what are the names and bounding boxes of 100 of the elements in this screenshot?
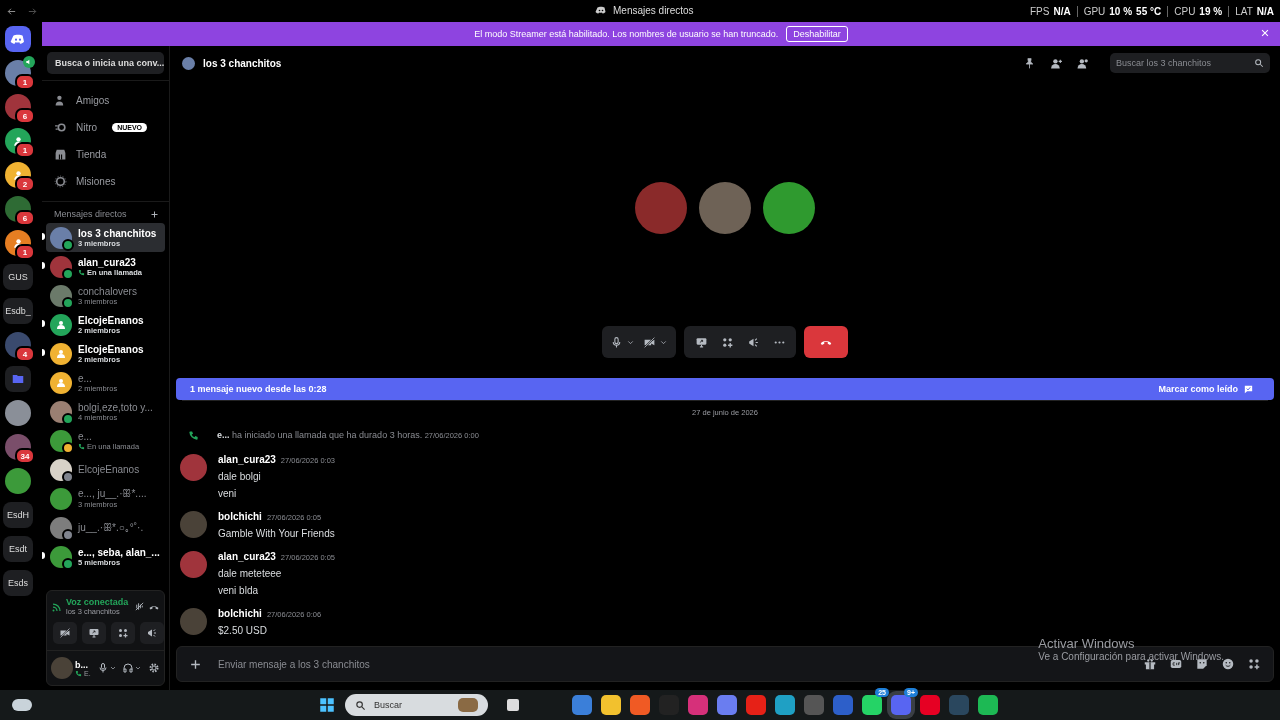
unread-indicator: [42, 262, 45, 269]
conversation-name: ElcojeEnanos: [78, 343, 144, 355]
task-view-icon[interactable]: [507, 699, 519, 711]
settings-icon[interactable]: [148, 662, 160, 674]
banner-text: El modo Streamer está habilitado. Los nombres de usuario se han truncado.: [474, 29, 779, 39]
plus-icon[interactable]: [189, 657, 202, 671]
activation-notice-text: Ve a Configuración para activar Windows.: [1038, 651, 1224, 662]
taskbar-app-icon[interactable]: [775, 695, 795, 715]
nav-item[interactable]: Misiones: [42, 168, 169, 195]
shop-icon: [54, 148, 67, 161]
search-icon: [1254, 58, 1264, 68]
mention-badge: 1: [15, 74, 35, 90]
message-text: dale meteteee: [218, 568, 283, 579]
server-icon[interactable]: GUS: [3, 264, 33, 290]
message-text: veni blda: [218, 585, 260, 596]
conversation-name: e..., ju__.·ꕥ*....: [78, 488, 147, 500]
taskbar-app-icon[interactable]: [978, 695, 998, 715]
nav-item[interactable]: Amigos: [42, 87, 169, 114]
server-folder[interactable]: [5, 366, 31, 392]
server-icon[interactable]: Esds: [3, 570, 33, 596]
unread-indicator: [42, 349, 45, 356]
server-icon[interactable]: [5, 400, 31, 426]
new-messages-bar[interactable]: 1 mensaje nuevo desde las 0:28 Marcar como leído: [176, 378, 1274, 400]
taskbar-app-icon[interactable]: [862, 695, 882, 715]
signal-icon: [51, 600, 63, 613]
activities-icon: [117, 627, 129, 639]
search-button[interactable]: Busca o inicia una conv...: [47, 52, 164, 74]
conversation-name: conchalovers: [78, 285, 137, 297]
username: b...: [75, 659, 89, 670]
soundboard-icon: [746, 335, 760, 349]
search-field[interactable]: Buscar los 3 chanchitos: [1110, 53, 1270, 73]
pin-icon[interactable]: [1023, 56, 1036, 70]
members-icon[interactable]: [1077, 56, 1090, 70]
stat-label: FPS: [1029, 5, 1050, 17]
mark-as-read-button[interactable]: Marcar como leído: [1152, 382, 1260, 396]
disable-button[interactable]: Deshabilitar: [786, 26, 848, 42]
headphones-icon[interactable]: [122, 662, 134, 674]
message-author[interactable]: alan_cura23: [218, 551, 276, 562]
back-arrow-icon[interactable]: [6, 5, 17, 17]
search-field[interactable]: Buscar: [345, 694, 488, 716]
server-icon[interactable]: Esdb_: [3, 298, 33, 324]
stat-value: 19 %: [1199, 5, 1223, 17]
section-title: Mensajes directos: [54, 209, 127, 219]
taskbar-app-icon[interactable]: [630, 695, 650, 715]
conversation-name: ElcojeEnanos: [78, 464, 140, 475]
message-author[interactable]: bolchichi: [218, 608, 262, 619]
mention-badge: 4: [15, 346, 35, 362]
conversation-name: e...: [78, 372, 93, 384]
conversation-name: los 3 chanchitos: [78, 227, 157, 239]
soundboard-button[interactable]: [140, 622, 164, 644]
mention-badge: 6: [15, 108, 35, 124]
close-icon[interactable]: [1260, 28, 1270, 38]
server-icon[interactable]: Esdt: [3, 536, 33, 562]
home-button[interactable]: [5, 26, 31, 52]
stat-value: N/A: [1053, 5, 1071, 17]
stat-label: CPU: [1174, 5, 1196, 17]
microphone-icon: [610, 335, 623, 349]
conversation-name: e..., seba, alan_...: [78, 546, 160, 558]
mention-badge: 1: [15, 142, 35, 158]
conversation-name: alan_cura23: [78, 256, 137, 268]
caret-icon[interactable]: [109, 664, 117, 672]
apps-icon[interactable]: [1247, 657, 1261, 671]
add-member-icon[interactable]: [1050, 56, 1063, 70]
mention-badge: 2: [15, 176, 35, 192]
taskbar-app-icon[interactable]: [601, 695, 621, 715]
server-icon[interactable]: [5, 468, 31, 494]
conversation-item[interactable]: ElcojeEnanos: [46, 455, 165, 484]
camera-off-icon: [59, 627, 71, 639]
stat-label: GPU: [1083, 5, 1106, 17]
avatar: [51, 657, 73, 679]
nav-item[interactable]: Tienda: [42, 141, 169, 168]
screen-share-icon: [694, 335, 708, 349]
server-icon[interactable]: EsdH: [3, 502, 33, 528]
conversation-item[interactable]: ju__.·ꕥ*.○｡°˚·.: [46, 513, 165, 542]
emoji-icon[interactable]: [1221, 657, 1235, 671]
activities-button[interactable]: [111, 622, 135, 644]
conversation-name: ju__.·ꕥ*.○｡°˚·.: [78, 521, 144, 534]
unread-indicator: [42, 552, 45, 559]
taskbar-app-icon[interactable]: [717, 695, 737, 715]
search-icon: [355, 699, 366, 711]
avatar: [182, 56, 195, 70]
start-icon[interactable]: [318, 696, 336, 714]
screen-share-button[interactable]: [82, 622, 106, 644]
microphone-icon[interactable]: [97, 662, 109, 674]
noise-suppression-icon[interactable]: [134, 601, 145, 612]
caret-icon[interactable]: [134, 664, 142, 672]
stat-label: LAT: [1235, 5, 1253, 17]
plus-icon[interactable]: [150, 209, 159, 219]
voice-status: Voz conectada: [66, 597, 130, 607]
conversation-name: ElcojeEnanos: [78, 314, 144, 326]
message-author[interactable]: bolchichi: [218, 511, 262, 522]
message-author[interactable]: alan_cura23: [218, 454, 276, 465]
camera-off-button[interactable]: [53, 622, 77, 644]
message-text: dale bolgi: [218, 471, 262, 482]
taskbar-app-icon[interactable]: [572, 695, 592, 715]
window-title: Mensajes directos: [613, 4, 694, 16]
screen-share-icon: [88, 627, 100, 639]
mention-badge: 34: [15, 448, 35, 464]
stat-value: N/A: [1256, 5, 1274, 17]
hang-up-button[interactable]: [804, 326, 848, 358]
